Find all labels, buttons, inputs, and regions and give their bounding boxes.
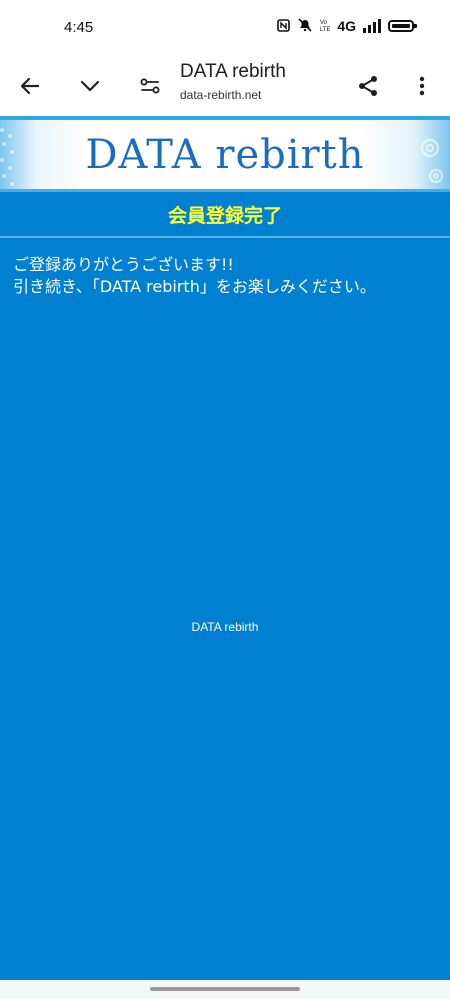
status-time: 4:45: [64, 19, 94, 36]
signal-icon: [363, 19, 381, 33]
status-bar: 4:45 Vo LTE 4G: [0, 0, 450, 56]
volte-icon: Vo LTE: [320, 18, 331, 34]
nfc-icon: [277, 18, 291, 34]
chevron-down-icon: [80, 80, 100, 92]
collapse-button[interactable]: [70, 66, 110, 106]
footer-site-name: DATA rebirth: [191, 620, 259, 634]
page-title: DATA rebirth: [180, 61, 286, 82]
battery-icon: [388, 20, 417, 32]
gesture-nav-area: [0, 980, 450, 999]
back-button[interactable]: [10, 66, 50, 106]
gesture-handle[interactable]: [150, 987, 300, 991]
page-content: DATA rebirth 会員登録完了 ご登録ありがとうございます!! 引き続き…: [0, 116, 450, 980]
page-info-button[interactable]: [130, 66, 170, 106]
more-vert-icon: [419, 76, 425, 96]
message-line: 引き続き、「DATA rebirth」をお楽しみください。: [13, 277, 376, 296]
arrow-back-icon: [20, 77, 40, 95]
message-line: ご登録ありがとうございます!!: [13, 255, 234, 274]
share-button[interactable]: [348, 66, 388, 106]
mute-icon: [297, 18, 313, 34]
svg-text:LTE: LTE: [320, 27, 330, 32]
page-settings-icon: [140, 78, 160, 94]
completion-message: ご登録ありがとうございます!! 引き続き、「DATA rebirth」をお楽しみ…: [13, 254, 443, 298]
site-logo: DATA rebirth: [85, 132, 365, 178]
more-options-button[interactable]: [402, 66, 442, 106]
share-icon: [359, 76, 377, 96]
site-banner[interactable]: DATA rebirth: [0, 116, 450, 192]
status-icons: Vo LTE 4G: [277, 18, 417, 34]
page-url[interactable]: data-rebirth.net: [180, 88, 261, 102]
browser-toolbar: DATA rebirth data-rebirth.net: [0, 56, 450, 116]
svg-text:Vo: Vo: [320, 20, 328, 26]
page-heading: 会員登録完了: [0, 192, 450, 238]
network-type: 4G: [337, 18, 356, 34]
